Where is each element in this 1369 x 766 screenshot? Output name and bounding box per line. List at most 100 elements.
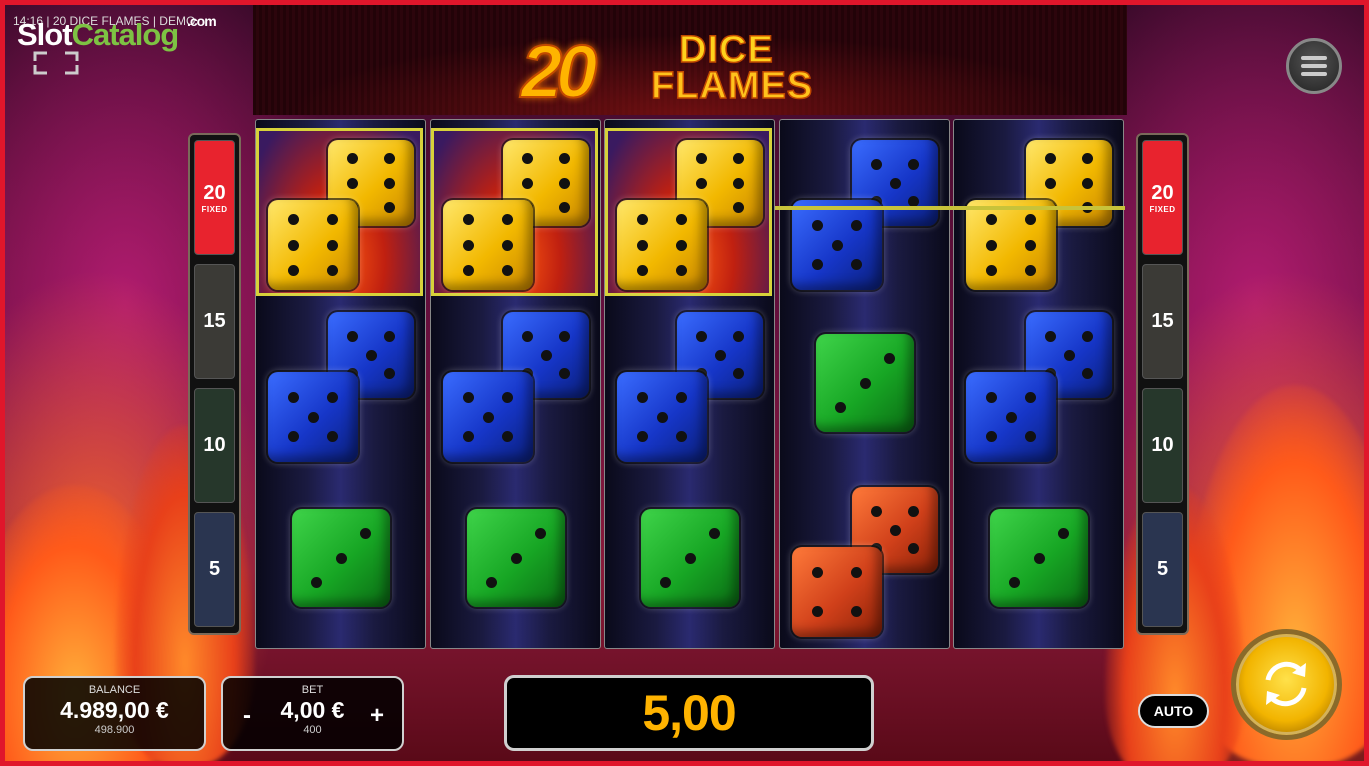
die-icon: [443, 372, 533, 462]
die-pip: [695, 153, 707, 165]
die-pip: [559, 201, 571, 213]
paytable-cell: 20 FIXED: [1142, 140, 1183, 255]
game-logo: 20 DICE FLAMES: [520, 29, 861, 114]
reel-symbol-yellow-double-dice: [605, 128, 774, 296]
win-amount: 5,00: [504, 675, 874, 751]
die-pip: [482, 411, 494, 423]
die-pip: [676, 431, 688, 443]
die-pip: [307, 411, 319, 423]
die-pip: [908, 543, 920, 555]
autoplay-button[interactable]: AUTO: [1138, 694, 1209, 728]
reel-column: [953, 119, 1124, 649]
watermark-part1: Slot: [17, 17, 73, 52]
die-pip: [1044, 153, 1056, 165]
die-pip: [287, 391, 299, 403]
die-pip: [462, 391, 474, 403]
die-pip: [851, 606, 863, 618]
balance-credits: 498.900: [94, 724, 135, 736]
die-pip: [510, 552, 522, 564]
die-pip: [502, 264, 514, 276]
win-payline: [775, 206, 1125, 210]
die-pip: [346, 153, 358, 165]
die-icon: [966, 200, 1056, 290]
die-pip: [985, 239, 997, 251]
die-pip: [884, 353, 895, 364]
die-pip: [709, 528, 720, 539]
fullscreen-icon[interactable]: [33, 51, 79, 75]
die-icon: [792, 547, 882, 637]
die-pip: [676, 264, 688, 276]
reel-symbol-green-die: [431, 475, 600, 643]
die-pip: [695, 330, 707, 342]
spin-icon: [1265, 661, 1307, 707]
die-pip: [1044, 177, 1056, 189]
reel-symbol-blue-double-dice: [431, 300, 600, 468]
die-pip: [384, 201, 396, 213]
die-pip: [636, 391, 648, 403]
die-pip: [521, 177, 533, 189]
die-pip: [502, 214, 514, 226]
die-pip: [287, 431, 299, 443]
reel-symbol-yellow-double-dice: [954, 128, 1123, 296]
die-pip: [346, 330, 358, 342]
die-pip: [502, 431, 514, 443]
die-pip: [287, 239, 299, 251]
die-pip: [384, 153, 396, 165]
die-pip: [908, 158, 920, 170]
die-pip: [676, 239, 688, 251]
die-pip: [327, 431, 339, 443]
die-pip: [811, 259, 823, 271]
die-icon: [617, 372, 707, 462]
die-pip: [535, 528, 546, 539]
reel-symbol-blue-double-dice: [256, 300, 425, 468]
die-pip: [327, 264, 339, 276]
die-pip: [360, 528, 371, 539]
bet-increase-button[interactable]: +: [370, 702, 384, 730]
die-pip: [327, 239, 339, 251]
die-pip: [889, 177, 901, 189]
die-pip: [559, 153, 571, 165]
paytable-value: 20: [1151, 181, 1174, 204]
reel-symbol-red-double-dice: [780, 475, 949, 643]
die-pip: [1009, 577, 1020, 588]
die-icon: [816, 334, 914, 432]
die-pip: [695, 177, 707, 189]
paytable-value: 5: [1156, 558, 1169, 580]
balance-amount: 4.989,00 €: [60, 697, 169, 723]
die-pip: [540, 349, 552, 361]
die-icon: [443, 200, 533, 290]
reel-column: [604, 119, 775, 649]
die-pip: [287, 264, 299, 276]
die-pip: [1025, 239, 1037, 251]
die-icon: [617, 200, 707, 290]
hamburger-icon-bar: [1301, 64, 1327, 68]
die-pip: [502, 239, 514, 251]
paytable-cell: 15: [1142, 264, 1183, 379]
die-pip: [908, 505, 920, 517]
menu-button[interactable]: [1286, 38, 1342, 94]
die-pip: [462, 214, 474, 226]
reel-symbol-green-die: [256, 475, 425, 643]
reel-symbol-blue-double-dice: [780, 128, 949, 296]
die-pip: [287, 214, 299, 226]
die-pip: [684, 552, 696, 564]
bet-decrease-button[interactable]: -: [243, 702, 251, 730]
die-pip: [851, 566, 863, 578]
die-pip: [851, 219, 863, 231]
reel-symbol-blue-double-dice: [954, 300, 1123, 468]
die-pip: [462, 264, 474, 276]
reel-symbol-green-die: [605, 475, 774, 643]
die-pip: [636, 431, 648, 443]
spin-button[interactable]: [1231, 629, 1342, 740]
die-icon: [292, 509, 390, 607]
die-pip: [811, 606, 823, 618]
die-pip: [384, 177, 396, 189]
die-pip: [521, 153, 533, 165]
die-pip: [985, 431, 997, 443]
watermark-part2: Catalog: [71, 17, 180, 52]
die-pip: [1082, 330, 1094, 342]
die-pip: [462, 431, 474, 443]
die-pip: [835, 402, 846, 413]
die-pip: [346, 177, 358, 189]
paytable-value: 20: [203, 181, 226, 204]
